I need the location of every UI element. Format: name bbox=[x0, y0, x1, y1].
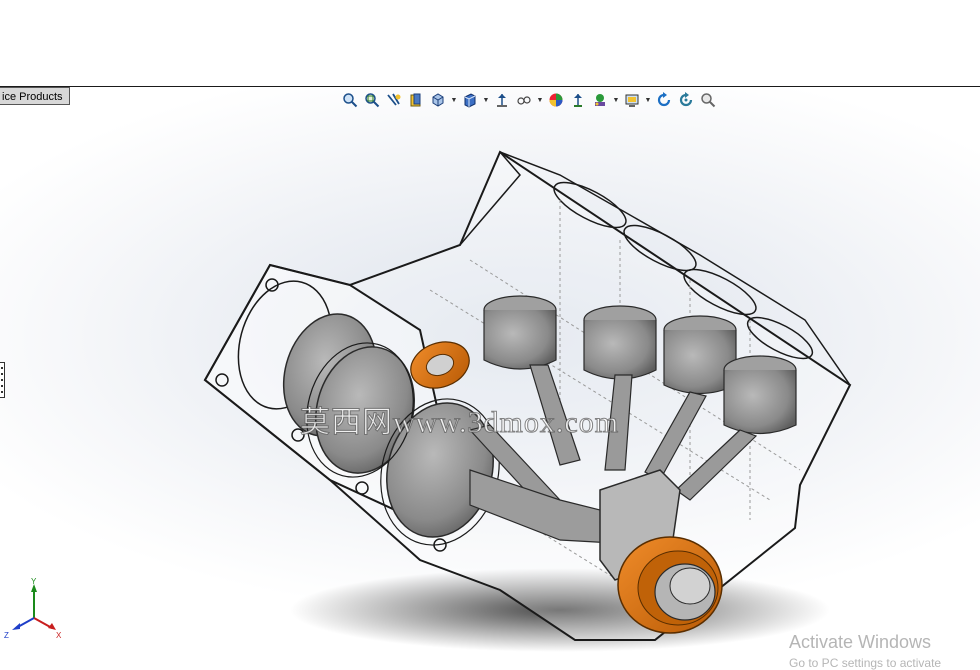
piston-upper-4 bbox=[723, 355, 797, 434]
zoom-to-fit-icon[interactable] bbox=[340, 90, 360, 110]
orientation-triad: Y X Z bbox=[4, 578, 62, 638]
monitor-view-icon[interactable] bbox=[622, 90, 642, 110]
side-panel-handle[interactable] bbox=[0, 362, 5, 398]
panel-tab[interactable]: ice Products bbox=[0, 87, 70, 105]
hide-show-items-icon[interactable] bbox=[492, 90, 512, 110]
triad-y-label: Y bbox=[31, 578, 37, 586]
search-zoom-icon[interactable] bbox=[698, 90, 718, 110]
previous-view-icon[interactable] bbox=[384, 90, 404, 110]
site-watermark: 莫西网www.3dmox.com bbox=[299, 406, 620, 440]
piston-upper-2 bbox=[583, 305, 657, 380]
heads-up-toolbar: ▼ ▼ ▼ ▼ ▼ bbox=[340, 90, 718, 110]
view-settings-icon[interactable] bbox=[568, 90, 588, 110]
piston-upper-1 bbox=[483, 295, 557, 370]
scene-lights-icon[interactable] bbox=[590, 90, 610, 110]
activation-watermark-title: Activate Windows bbox=[789, 632, 932, 652]
edit-appearance-dropdown-icon[interactable]: ▼ bbox=[536, 90, 544, 110]
display-style-icon[interactable] bbox=[460, 90, 480, 110]
monitor-dropdown-icon[interactable]: ▼ bbox=[644, 90, 652, 110]
section-view-icon[interactable] bbox=[406, 90, 426, 110]
apply-scene-icon[interactable] bbox=[546, 90, 566, 110]
view-orientation-dropdown-icon[interactable]: ▼ bbox=[450, 90, 458, 110]
redraw-icon[interactable] bbox=[676, 90, 696, 110]
zoom-to-area-icon[interactable] bbox=[362, 90, 382, 110]
scene-dropdown-icon[interactable]: ▼ bbox=[612, 90, 620, 110]
view-orientation-icon[interactable] bbox=[428, 90, 448, 110]
triad-x-label: X bbox=[56, 631, 62, 638]
engine-model[interactable] bbox=[0, 87, 980, 665]
edit-appearance-icon[interactable] bbox=[514, 90, 534, 110]
triad-z-label: Z bbox=[4, 631, 9, 638]
blank-header-area bbox=[0, 0, 980, 86]
graphics-viewport[interactable]: 莫西网www.3dmox.com Y X Z bbox=[0, 87, 980, 665]
rotate-view-icon[interactable] bbox=[654, 90, 674, 110]
activation-watermark-subtitle: Go to PC settings to activate bbox=[789, 656, 942, 670]
display-style-dropdown-icon[interactable]: ▼ bbox=[482, 90, 490, 110]
